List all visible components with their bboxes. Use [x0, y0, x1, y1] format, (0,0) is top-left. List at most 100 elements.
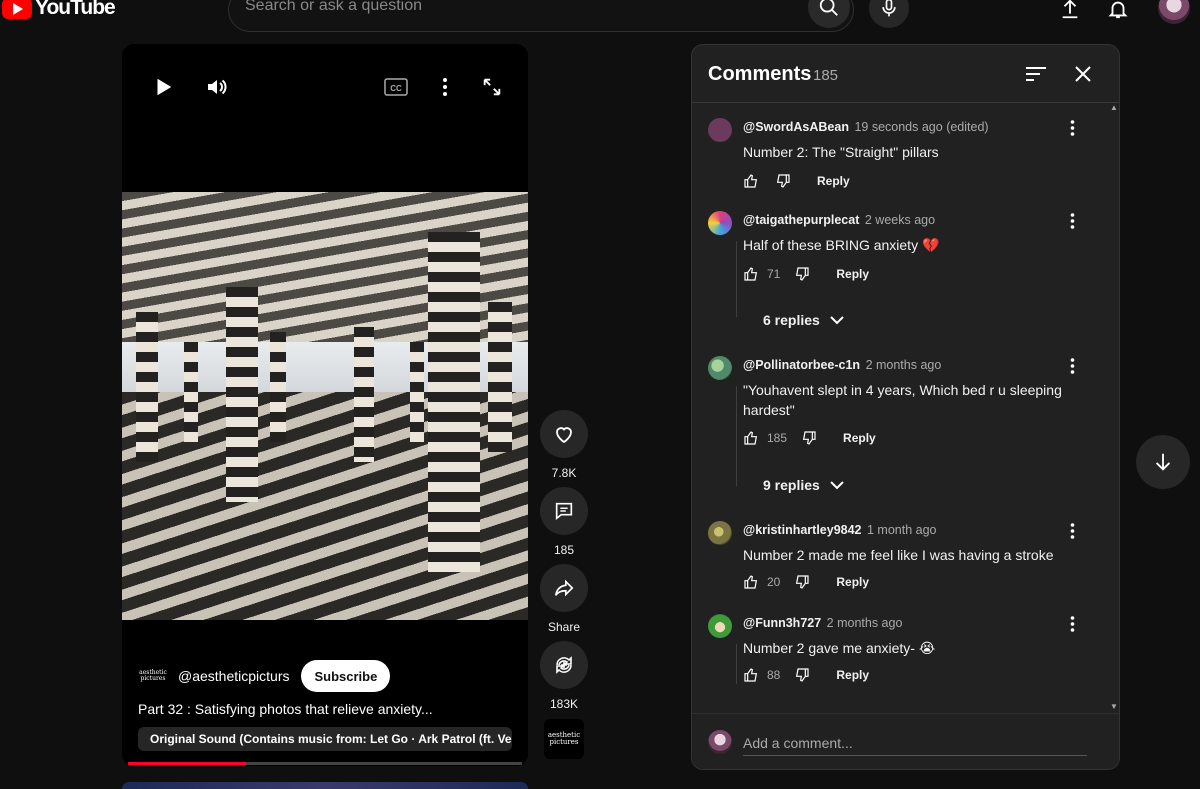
comment-more-button[interactable] [1066, 521, 1078, 541]
thumbs-up-icon[interactable] [743, 574, 759, 590]
more-options-button[interactable] [430, 72, 460, 102]
shorts-player[interactable]: CC aesthetic pictures @aestheticpicturs … [122, 44, 528, 766]
replies-count: 9 replies [763, 477, 820, 493]
comment-avatar[interactable] [708, 118, 732, 142]
thread-line [736, 644, 737, 684]
next-video-preview[interactable] [122, 782, 528, 789]
replies-toggle[interactable]: 6 replies [763, 312, 844, 328]
comment-item: @Pollinatorbee-c1n 2 months ago "Youhave… [708, 356, 1088, 506]
cc-icon: CC [384, 78, 408, 96]
scroll-down-arrow[interactable]: ▼ [1110, 702, 1118, 711]
sound-channel-thumbnail[interactable]: aesthetic pictures [544, 719, 584, 759]
channel-handle[interactable]: @aestheticpicturs [178, 668, 289, 684]
thread-line [736, 386, 737, 486]
comment-action: 185 [540, 487, 588, 557]
comment-like-count: 20 [767, 575, 781, 589]
mic-icon [882, 0, 896, 17]
comments-title: Comments [708, 63, 812, 85]
reply-button[interactable]: Reply [836, 575, 869, 589]
play-icon [157, 78, 172, 96]
thumbs-up-icon[interactable] [743, 266, 759, 282]
sort-comments-button[interactable] [1023, 61, 1049, 87]
comment-more-button[interactable] [1066, 118, 1078, 138]
comment-avatar[interactable] [708, 211, 732, 235]
thumbs-down-icon[interactable] [794, 667, 810, 683]
share-button[interactable] [540, 564, 588, 612]
youtube-logo[interactable]: YouTube [2, 0, 116, 20]
bell-icon [1108, 1, 1128, 19]
share-action: Share [540, 564, 588, 634]
upload-button[interactable] [1055, 0, 1085, 24]
comment-text: Number 2: The "Straight" pillars [743, 144, 939, 160]
comment-more-button[interactable] [1066, 614, 1078, 634]
thumbs-up-icon[interactable] [743, 430, 759, 446]
captions-button[interactable]: CC [381, 72, 411, 102]
account-avatar[interactable] [1158, 0, 1190, 24]
channel-avatar[interactable]: aesthetic pictures [138, 661, 168, 691]
thumbs-down-icon[interactable] [794, 574, 810, 590]
thumbs-down-icon[interactable] [775, 173, 791, 189]
comment-avatar[interactable] [708, 614, 732, 638]
comment-text: Number 2 gave me anxiety- 😭 [743, 640, 936, 656]
add-comment-row [692, 713, 1119, 769]
comment-author[interactable]: @Funn3h727 [743, 616, 821, 630]
volume-button[interactable] [202, 72, 232, 102]
comment-avatar[interactable] [708, 356, 732, 380]
like-count: 7.8K [551, 466, 577, 480]
comments-count: 185 [813, 67, 839, 84]
close-comments-button[interactable] [1070, 61, 1096, 87]
thumbs-down-icon[interactable] [794, 266, 810, 282]
notifications-button[interactable] [1103, 0, 1133, 24]
comment-icon [555, 502, 573, 521]
sound-chip[interactable]: Original Sound (Contains music from: Let… [138, 727, 512, 751]
reply-button[interactable]: Reply [817, 174, 850, 188]
comments-header: Comments 185 [692, 45, 1119, 103]
play-button[interactable] [148, 72, 178, 102]
arrow-down-icon [1155, 453, 1171, 471]
comment-author[interactable]: @SwordAsABean [743, 120, 849, 134]
replies-count: 6 replies [763, 312, 820, 328]
more-vert-icon [1070, 213, 1074, 229]
voice-search-button[interactable] [869, 0, 909, 28]
video-title[interactable]: Part 32 : Satisfying photos that relieve… [138, 701, 433, 717]
next-video-button[interactable] [1136, 435, 1190, 489]
share-icon [554, 579, 574, 597]
thumbs-up-icon[interactable] [743, 173, 759, 189]
comment-author[interactable]: @taigathepurplecat [743, 213, 859, 227]
replies-toggle[interactable]: 9 replies [763, 477, 844, 493]
reply-button[interactable]: Reply [836, 267, 869, 281]
comment-item: @Funn3h727 2 months ago Number 2 gave me… [708, 614, 1088, 694]
remix-button[interactable] [540, 641, 588, 689]
comment-item: @kristinhartley9842 1 month ago Number 2… [708, 521, 1088, 601]
remix-icon [556, 656, 572, 674]
comment-author[interactable]: @kristinhartley9842 [743, 523, 862, 537]
like-action: 7.8K [540, 410, 588, 480]
search-icon [819, 0, 838, 16]
subscribe-button[interactable]: Subscribe [301, 660, 391, 692]
video-frame-image [122, 192, 528, 620]
like-button[interactable] [540, 410, 588, 458]
add-comment-input[interactable] [743, 730, 1087, 756]
search-box[interactable] [228, 0, 854, 32]
youtube-play-logo-icon [2, 0, 32, 19]
thumbs-up-icon[interactable] [743, 667, 759, 683]
reply-button[interactable]: Reply [843, 431, 876, 445]
sound-label: Original Sound (Contains music from: Let… [150, 732, 512, 746]
comments-button[interactable] [540, 487, 588, 535]
chevron-down-icon [830, 481, 844, 490]
comment-like-count: 71 [767, 267, 781, 281]
reply-button[interactable]: Reply [836, 668, 869, 682]
comment-avatar[interactable] [708, 521, 732, 545]
heart-icon [556, 427, 572, 444]
search-input[interactable] [245, 0, 785, 15]
comment-time: 2 months ago [865, 358, 942, 372]
thumbs-down-icon[interactable] [801, 430, 817, 446]
video-progress-bar[interactable] [128, 762, 522, 765]
scroll-up-arrow[interactable]: ▲ [1110, 103, 1118, 112]
comment-more-button[interactable] [1066, 356, 1078, 376]
comment-more-button[interactable] [1066, 211, 1078, 231]
fullscreen-button[interactable] [477, 72, 507, 102]
more-vert-icon [1070, 523, 1074, 539]
svg-text:CC: CC [390, 84, 402, 93]
comment-author[interactable]: @Pollinatorbee-c1n [743, 358, 860, 372]
